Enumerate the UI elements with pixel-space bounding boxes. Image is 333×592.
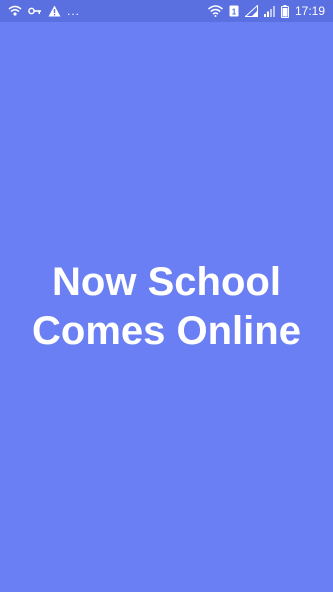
signal-icon — [244, 4, 258, 18]
key-icon — [28, 4, 42, 18]
signal-icon-2 — [263, 4, 275, 18]
status-bar: ... 1 17:19 — [0, 0, 333, 22]
splash-title-line-2: Comes Online — [32, 309, 301, 353]
status-bar-right: 1 17:19 — [207, 4, 325, 18]
notification-overflow: ... — [67, 4, 81, 18]
splash-content: Now School Comes Online — [0, 22, 333, 592]
status-bar-time: 17:19 — [294, 4, 325, 18]
wifi-calling-icon — [8, 4, 22, 18]
battery-icon — [280, 4, 289, 18]
splash-title-line-1: Now School — [52, 260, 281, 304]
warning-icon — [48, 4, 61, 18]
status-bar-left: ... — [8, 4, 80, 18]
wifi-icon — [207, 4, 223, 18]
splash-title: Now School Comes Online — [17, 258, 317, 356]
sim-1-icon: 1 — [229, 4, 239, 18]
splash-screen: ... 1 17:19 Now School Comes Online — [0, 0, 333, 592]
svg-text:1: 1 — [232, 8, 237, 17]
